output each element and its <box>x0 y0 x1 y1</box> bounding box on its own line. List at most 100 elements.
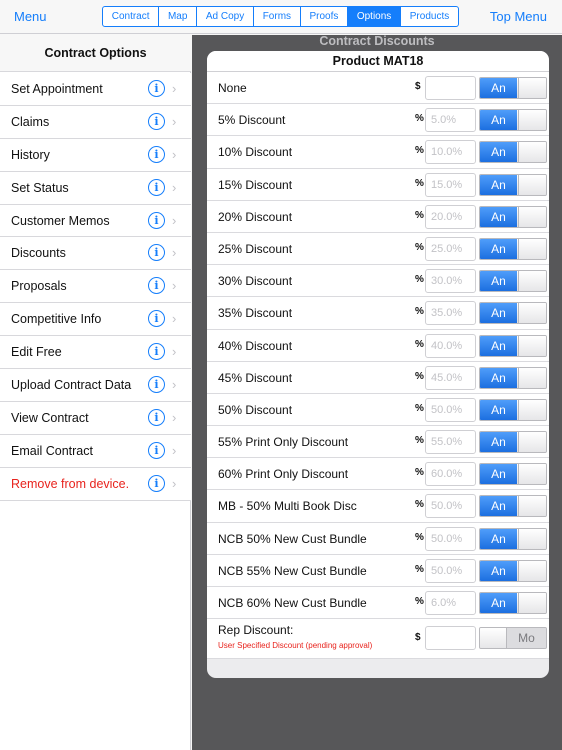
sidebar-item-label: Discounts <box>11 246 66 261</box>
discount-toggle[interactable]: An <box>479 495 547 518</box>
info-icon[interactable]: i <box>148 310 165 328</box>
sidebar-item-discounts[interactable]: Discounts i › <box>0 237 191 271</box>
discount-amount-input[interactable] <box>425 462 476 487</box>
sidebar-item-edit-free[interactable]: Edit Free i › <box>0 336 191 370</box>
discount-amount-input[interactable] <box>425 108 476 133</box>
discount-unit: % <box>415 241 424 253</box>
discount-toggle[interactable]: An <box>479 366 547 389</box>
discount-amount-input[interactable] <box>425 301 476 326</box>
discount-amount-input[interactable] <box>425 269 476 294</box>
discount-row-30-discount: 30% Discount% An <box>207 265 549 298</box>
sidebar-item-label: Claims <box>11 114 50 129</box>
discount-amount-input[interactable] <box>425 591 476 615</box>
discount-toggle[interactable]: An <box>479 77 547 99</box>
discount-name: NCB 50% New Cust Bundle <box>218 531 367 546</box>
info-icon[interactable]: i <box>148 244 165 262</box>
info-icon[interactable]: i <box>148 474 165 492</box>
tab-ad-copy[interactable]: Ad Copy <box>197 7 254 26</box>
discount-name: 40% Discount <box>218 338 293 353</box>
top-menu-button[interactable]: Top Menu <box>490 9 547 24</box>
discount-row-ncb-60-new-cust-bundle: NCB 60% New Cust Bundle% An <box>207 587 549 620</box>
discount-unit: % <box>415 209 424 221</box>
menu-button[interactable]: Menu <box>14 9 47 24</box>
discount-toggle[interactable]: An <box>479 463 547 486</box>
discount-toggle[interactable]: An <box>479 141 547 164</box>
info-icon[interactable]: i <box>148 211 165 229</box>
discount-name: NCB 55% New Cust Bundle <box>218 563 367 578</box>
discount-toggle[interactable]: An <box>479 237 547 260</box>
toggle-thumb <box>518 78 546 98</box>
toggle-thumb <box>518 496 546 517</box>
sidebar-item-label: Customer Memos <box>11 213 110 228</box>
discount-row-ncb-50-new-cust-bundle: NCB 50% New Cust Bundle% An <box>207 523 549 555</box>
tab-contract[interactable]: Contract <box>103 7 160 26</box>
discount-toggle[interactable]: An <box>479 592 547 614</box>
discount-toggle[interactable]: An <box>479 398 547 421</box>
info-icon[interactable]: i <box>148 277 165 295</box>
tab-map[interactable]: Map <box>159 7 198 26</box>
sidebar-item-history[interactable]: History i › <box>0 138 191 172</box>
discount-toggle[interactable]: An <box>479 109 547 132</box>
sidebar-item-competitive-info[interactable]: Competitive Info i › <box>0 303 191 337</box>
toggle-label: An <box>480 78 517 98</box>
discount-toggle[interactable]: An <box>479 527 547 550</box>
discount-amount-input[interactable] <box>425 397 476 422</box>
discount-toggle[interactable]: An <box>479 431 547 454</box>
sidebar-item-label: Proposals <box>11 279 67 294</box>
sidebar-item-upload-contract-data[interactable]: Upload Contract Data i › <box>0 369 191 402</box>
sidebar-item-set-status[interactable]: Set Status i › <box>0 171 191 205</box>
toggle-label: An <box>480 464 517 485</box>
sidebar-item-email-contract[interactable]: Email Contract i › <box>0 434 191 468</box>
discount-amount-input[interactable] <box>425 333 476 358</box>
discount-amount-input[interactable] <box>425 172 476 197</box>
discount-row-55-print-only-discount: 55% Print Only Discount% An <box>207 426 549 459</box>
info-icon[interactable]: i <box>148 80 165 97</box>
chevron-right-icon: › <box>172 179 177 195</box>
discount-amount-input[interactable] <box>425 526 476 551</box>
sidebar-item-claims[interactable]: Claims i › <box>0 105 191 139</box>
discount-toggle[interactable]: An <box>479 334 547 357</box>
discount-amount-input[interactable] <box>425 430 476 455</box>
discount-amount-input[interactable] <box>425 236 476 261</box>
info-icon[interactable]: i <box>148 178 165 196</box>
sidebar-item-label: Email Contract <box>11 443 93 458</box>
sidebar-item-label: History <box>11 147 50 162</box>
discount-unit: % <box>415 467 424 479</box>
rep-discount-toggle[interactable]: Mo <box>479 627 547 650</box>
discount-unit: % <box>415 370 424 382</box>
discount-amount-input[interactable] <box>425 140 476 165</box>
tab-proofs[interactable]: Proofs <box>301 7 349 26</box>
discount-toggle[interactable]: An <box>479 302 547 325</box>
tab-forms[interactable]: Forms <box>254 7 301 26</box>
discount-amount-input[interactable] <box>425 494 476 519</box>
rep-discount-input[interactable] <box>425 626 476 651</box>
discount-amount-input[interactable] <box>425 558 476 583</box>
contract-discounts-title: Contract Discounts <box>319 34 435 48</box>
discount-row-15-discount: 15% Discount% An <box>207 169 549 201</box>
sidebar-item-customer-memos[interactable]: Customer Memos i › <box>0 204 191 238</box>
tab-products[interactable]: Products <box>401 7 458 26</box>
sidebar-item-remove-from-device[interactable]: Remove from device. i › <box>0 467 191 501</box>
tab-options[interactable]: Options <box>348 7 402 26</box>
toggle-label: An <box>480 593 517 613</box>
toggle-label: An <box>480 174 517 195</box>
product-discount-panel: Product MAT18 None$An5% Discount%An10% D… <box>207 51 549 678</box>
discount-amount-input[interactable] <box>425 365 476 390</box>
info-icon[interactable]: i <box>148 343 165 361</box>
discount-toggle[interactable]: An <box>479 173 547 196</box>
sidebar-item-proposals[interactable]: Proposals i › <box>0 270 191 304</box>
discount-toggle[interactable]: An <box>479 559 547 582</box>
info-icon[interactable]: i <box>148 376 165 394</box>
info-icon[interactable]: i <box>148 145 165 163</box>
info-icon[interactable]: i <box>148 112 165 130</box>
toggle-thumb <box>480 628 507 649</box>
discount-amount-input[interactable] <box>425 204 476 229</box>
discount-amount-input[interactable] <box>425 76 476 100</box>
toggle-label: An <box>480 142 517 163</box>
sidebar-item-view-contract[interactable]: View Contract i › <box>0 401 191 435</box>
sidebar-item-set-appointment[interactable]: Set Appointment i › <box>0 73 191 106</box>
info-icon[interactable]: i <box>148 408 165 426</box>
info-icon[interactable]: i <box>148 441 165 459</box>
discount-toggle[interactable]: An <box>479 270 547 293</box>
discount-toggle[interactable]: An <box>479 205 547 228</box>
